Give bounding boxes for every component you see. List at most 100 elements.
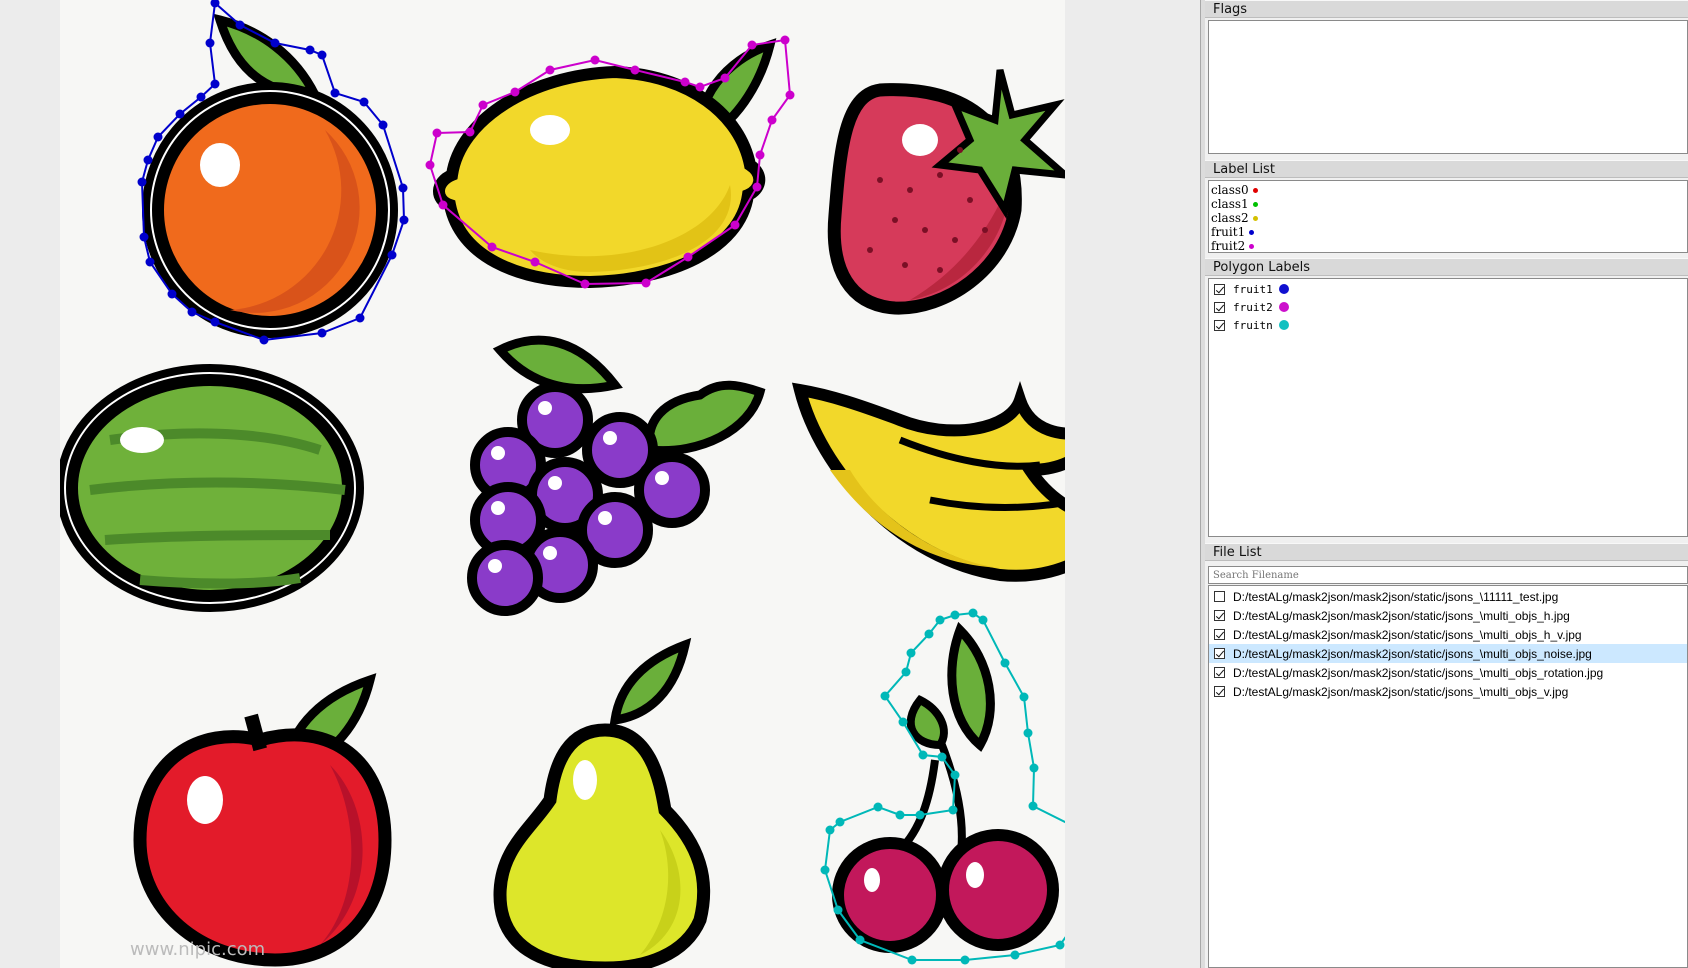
polygon-vertex-handle[interactable] bbox=[898, 717, 908, 727]
file-list-item[interactable]: D:/testALg/mask2json/mask2json/static/js… bbox=[1209, 663, 1687, 682]
polygon-vertex-handle[interactable] bbox=[747, 40, 757, 50]
polygon-vertex-handle[interactable] bbox=[398, 183, 408, 193]
polygon-vertex-handle[interactable] bbox=[978, 615, 988, 625]
polygon-vertex-handle[interactable] bbox=[880, 691, 890, 701]
file-checkbox[interactable] bbox=[1214, 648, 1225, 659]
file-checkbox[interactable] bbox=[1214, 667, 1225, 678]
polygon-vertex-handle[interactable] bbox=[1010, 950, 1020, 960]
label-list-item[interactable]: class0 bbox=[1209, 183, 1687, 197]
polygon-vertex-handle[interactable] bbox=[317, 328, 327, 338]
label-list-item[interactable]: fruit2 bbox=[1209, 239, 1687, 253]
file-list-item[interactable]: D:/testALg/mask2json/mask2json/static/js… bbox=[1209, 625, 1687, 644]
file-search-input[interactable] bbox=[1208, 566, 1688, 584]
polygon-vertex-handle[interactable] bbox=[767, 115, 777, 125]
label-list-item[interactable]: class2 bbox=[1209, 211, 1687, 225]
fruit-image[interactable]: www.nipic.com bbox=[60, 0, 1065, 968]
polygon-vertex-handle[interactable] bbox=[137, 177, 147, 187]
polygon-vertex-handle[interactable] bbox=[530, 257, 540, 267]
polygon-vertex-handle[interactable] bbox=[399, 215, 409, 225]
polygon-vertex-handle[interactable] bbox=[730, 220, 740, 230]
file-list-item[interactable]: D:/testALg/mask2json/mask2json/static/js… bbox=[1209, 644, 1687, 663]
polygon-vertex-handle[interactable] bbox=[680, 77, 690, 87]
polygon-vertex-handle[interactable] bbox=[355, 313, 365, 323]
polygon-vertex-handle[interactable] bbox=[510, 87, 520, 97]
polygon-vertex-handle[interactable] bbox=[1023, 728, 1033, 738]
polygon-vertex-handle[interactable] bbox=[259, 335, 269, 345]
polygon-vertex-handle[interactable] bbox=[855, 935, 865, 945]
polygon-visible-checkbox[interactable] bbox=[1214, 301, 1225, 313]
file-checkbox[interactable] bbox=[1214, 686, 1225, 697]
polygon-vertex-handle[interactable] bbox=[907, 955, 917, 965]
polygon-vertex-handle[interactable] bbox=[950, 610, 960, 620]
polygon-vertex-handle[interactable] bbox=[895, 810, 905, 820]
polygon-vertex-handle[interactable] bbox=[720, 73, 730, 83]
file-checkbox[interactable] bbox=[1214, 629, 1225, 640]
polygon-vertex-handle[interactable] bbox=[1000, 658, 1010, 668]
polygon-vertex-handle[interactable] bbox=[465, 127, 475, 137]
polygon-vertex-handle[interactable] bbox=[305, 45, 315, 55]
polygon-vertex-handle[interactable] bbox=[205, 38, 215, 48]
polygon-visible-checkbox[interactable] bbox=[1214, 283, 1225, 295]
polygon-vertex-handle[interactable] bbox=[937, 752, 947, 762]
file-checkbox[interactable] bbox=[1214, 610, 1225, 621]
polygon-vertex-handle[interactable] bbox=[359, 97, 369, 107]
polygon-vertex-handle[interactable] bbox=[825, 825, 835, 835]
polygon-vertex-handle[interactable] bbox=[752, 182, 762, 192]
polygon-vertex-handle[interactable] bbox=[270, 38, 280, 48]
label-list-item[interactable]: fruit1 bbox=[1209, 225, 1687, 239]
file-list-item[interactable]: D:/testALg/mask2json/mask2json/static/js… bbox=[1209, 606, 1687, 625]
polygon-vertex-handle[interactable] bbox=[906, 648, 916, 658]
polygon-vertex-handle[interactable] bbox=[695, 82, 705, 92]
file-list[interactable]: D:/testALg/mask2json/mask2json/static/js… bbox=[1208, 585, 1688, 968]
polygon-vertex-handle[interactable] bbox=[780, 35, 790, 45]
polygon-vertex-handle[interactable] bbox=[1028, 801, 1038, 811]
polygon-vertex-handle[interactable] bbox=[950, 770, 960, 780]
file-list-item[interactable]: D:/testALg/mask2json/mask2json/static/js… bbox=[1209, 682, 1687, 701]
polygon-vertex-handle[interactable] bbox=[478, 100, 488, 110]
polygon-vertex-handle[interactable] bbox=[935, 615, 945, 625]
polygon-vertex-handle[interactable] bbox=[145, 257, 155, 267]
polygon-vertex-handle[interactable] bbox=[317, 50, 327, 60]
file-checkbox[interactable] bbox=[1214, 591, 1225, 602]
polygon-vertex-handle[interactable] bbox=[901, 667, 911, 677]
polygon-label-item[interactable]: fruitn bbox=[1209, 316, 1687, 334]
polygon-vertex-handle[interactable] bbox=[139, 232, 149, 242]
polygon-vertex-handle[interactable] bbox=[820, 865, 830, 875]
polygon-labels-list[interactable]: fruit1 fruit2 fruitn bbox=[1208, 278, 1688, 537]
polygon-vertex-handle[interactable] bbox=[968, 608, 978, 618]
polygon-vertex-handle[interactable] bbox=[235, 20, 245, 30]
polygon-vertex-handle[interactable] bbox=[590, 55, 600, 65]
polygon-vertex-handle[interactable] bbox=[915, 810, 925, 820]
polygon-vertex-handle[interactable] bbox=[835, 817, 845, 827]
file-list-item[interactable]: D:/testALg/mask2json/mask2json/static/js… bbox=[1209, 587, 1687, 606]
polygon-vertex-handle[interactable] bbox=[683, 252, 693, 262]
polygon-vertex-handle[interactable] bbox=[196, 92, 206, 102]
polygon-vertex-handle[interactable] bbox=[143, 155, 153, 165]
polygon-vertex-handle[interactable] bbox=[755, 150, 765, 160]
polygon-vertex-handle[interactable] bbox=[545, 65, 555, 75]
label-list[interactable]: class0 class1 class2 fruit1 fruit2 bbox=[1208, 180, 1688, 253]
polygon-vertex-handle[interactable] bbox=[210, 317, 220, 327]
polygon-vertex-handle[interactable] bbox=[330, 88, 340, 98]
polygon-vertex-handle[interactable] bbox=[918, 750, 928, 760]
annotation-canvas[interactable]: www.nipic.com bbox=[0, 0, 1206, 968]
polygon-vertex-handle[interactable] bbox=[432, 128, 442, 138]
polygon-vertex-handle[interactable] bbox=[487, 242, 497, 252]
polygon-label-item[interactable]: fruit1 bbox=[1209, 280, 1687, 298]
polygon-vertex-handle[interactable] bbox=[1055, 940, 1065, 950]
polygon-visible-checkbox[interactable] bbox=[1214, 319, 1225, 331]
polygon-vertex-handle[interactable] bbox=[580, 279, 590, 289]
polygon-vertex-handle[interactable] bbox=[630, 65, 640, 75]
polygon-vertex-handle[interactable] bbox=[425, 160, 435, 170]
polygon-vertex-handle[interactable] bbox=[378, 120, 388, 130]
polygon-vertex-handle[interactable] bbox=[833, 905, 843, 915]
polygon-vertex-handle[interactable] bbox=[187, 307, 197, 317]
polygon-vertex-handle[interactable] bbox=[1019, 692, 1029, 702]
polygon-vertex-handle[interactable] bbox=[1029, 763, 1039, 773]
polygon-vertex-handle[interactable] bbox=[960, 955, 970, 965]
polygon-vertex-handle[interactable] bbox=[210, 79, 220, 89]
polygon-vertex-handle[interactable] bbox=[641, 278, 651, 288]
flags-panel[interactable] bbox=[1208, 20, 1688, 154]
polygon-vertex-handle[interactable] bbox=[387, 250, 397, 260]
polygon-vertex-handle[interactable] bbox=[948, 805, 958, 815]
